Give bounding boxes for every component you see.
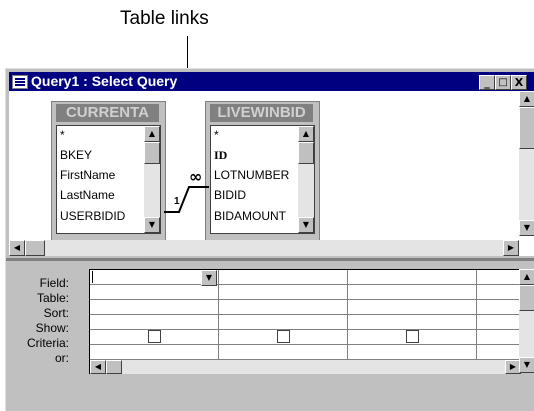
show-checkbox-1[interactable] bbox=[148, 330, 161, 343]
minimize-button[interactable]: _ bbox=[479, 75, 495, 90]
text-cursor bbox=[92, 271, 93, 283]
grid-line bbox=[218, 270, 219, 360]
arrow-left-icon[interactable]: ◀ bbox=[9, 240, 25, 256]
grid-line bbox=[90, 299, 521, 300]
arrow-left-icon[interactable]: ◀ bbox=[90, 360, 106, 374]
show-checkbox-3[interactable] bbox=[406, 330, 419, 343]
grid-line bbox=[90, 344, 521, 345]
callout-label: Table links bbox=[120, 8, 209, 29]
vertical-scrollbar[interactable]: ▲ ▼ bbox=[519, 91, 534, 236]
maximize-button[interactable]: □ bbox=[495, 75, 511, 90]
close-button[interactable]: X bbox=[511, 75, 527, 90]
title-bar[interactable]: Query1 : Select Query _ □ X bbox=[9, 72, 534, 91]
scroll-thumb[interactable] bbox=[106, 360, 122, 374]
chevron-down-icon[interactable]: ▼ bbox=[201, 270, 217, 286]
pane-splitter[interactable] bbox=[6, 258, 534, 261]
table-pane[interactable]: CURRENTA * BKEY FirstName LastName USERB… bbox=[9, 91, 534, 256]
join-link[interactable] bbox=[9, 91, 534, 256]
horizontal-scrollbar[interactable]: ◀ ▶ bbox=[9, 240, 519, 256]
grid-line bbox=[90, 314, 521, 315]
window-title: Query1 : Select Query bbox=[31, 73, 178, 89]
grid-line bbox=[90, 284, 521, 285]
row-label-show: Show: bbox=[35, 321, 69, 335]
join-many-label: ∞ bbox=[189, 167, 203, 186]
design-grid[interactable]: ▼ ◀ ▶ bbox=[89, 269, 521, 374]
row-label-criteria: Criteria: bbox=[26, 336, 69, 350]
grid-horizontal-scrollbar[interactable]: ◀ ▶ bbox=[90, 360, 521, 374]
join-one-label: 1 bbox=[174, 196, 180, 207]
row-label-field: Field: bbox=[39, 276, 69, 290]
show-checkbox-2[interactable] bbox=[277, 330, 290, 343]
scroll-thumb[interactable] bbox=[25, 240, 45, 256]
arrow-right-icon[interactable]: ▶ bbox=[503, 240, 519, 256]
scroll-thumb[interactable] bbox=[519, 285, 534, 311]
arrow-up-icon[interactable]: ▲ bbox=[519, 269, 534, 285]
row-label-sort: Sort: bbox=[43, 306, 69, 320]
scroll-thumb[interactable] bbox=[519, 107, 534, 149]
arrow-down-icon[interactable]: ▼ bbox=[519, 220, 534, 236]
grid-line bbox=[476, 270, 477, 360]
window-icon[interactable] bbox=[12, 75, 28, 89]
row-label-table: Table: bbox=[36, 291, 69, 305]
arrow-down-icon[interactable]: ▼ bbox=[519, 357, 534, 373]
row-label-or: or: bbox=[54, 351, 69, 365]
grid-line bbox=[347, 270, 348, 360]
grid-vertical-scrollbar[interactable]: ▲ ▼ bbox=[519, 269, 534, 373]
arrow-up-icon[interactable]: ▲ bbox=[519, 91, 534, 107]
query-window: Query1 : Select Query _ □ X CURRENTA * B… bbox=[5, 68, 534, 411]
